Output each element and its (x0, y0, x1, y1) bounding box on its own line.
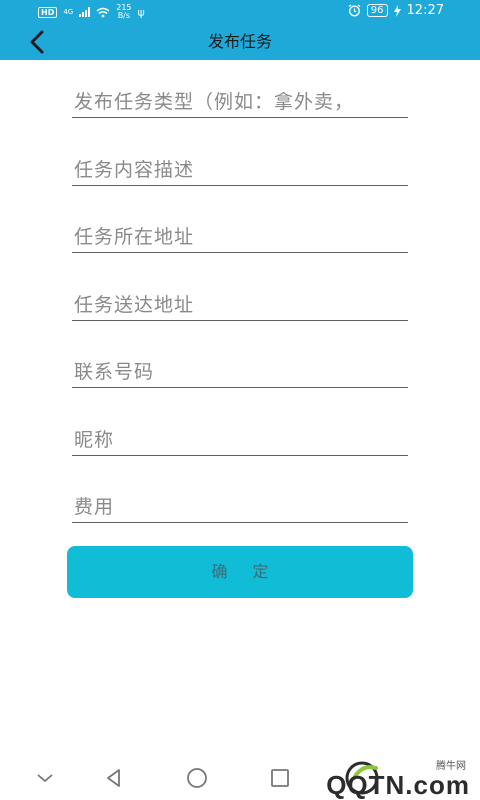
task-type-input[interactable] (72, 86, 408, 118)
input-underline (72, 117, 408, 118)
input-underline (72, 319, 408, 321)
charging-icon (393, 4, 401, 17)
task-form (72, 80, 408, 553)
confirm-button[interactable]: 确 定 (67, 546, 413, 598)
delivery-address-field (72, 283, 408, 351)
input-underline (72, 454, 408, 456)
status-bar: HD 4G 215 B/s ψ 96 12:27 (0, 0, 480, 24)
input-underline (72, 252, 408, 253)
task-location-input[interactable] (72, 221, 408, 253)
fee-input[interactable] (72, 491, 408, 523)
task-content-input[interactable] (72, 153, 408, 186)
task-location-field (72, 215, 408, 283)
page-title: 发布任务 (207, 32, 272, 51)
battery-level: 96 (366, 4, 388, 17)
clock: 12:27 (406, 3, 444, 18)
input-underline (72, 184, 408, 186)
hd-badge: HD (38, 6, 58, 18)
alarm-icon (348, 4, 361, 17)
fee-field (72, 485, 408, 553)
task-type-field (72, 80, 408, 148)
status-left: HD 4G 215 B/s ψ (38, 4, 145, 20)
usb-icon: ψ (137, 5, 145, 19)
wifi-icon (96, 7, 110, 17)
nickname-field (72, 418, 408, 486)
phone-input[interactable] (72, 356, 408, 388)
nav-back-icon[interactable] (102, 766, 126, 790)
task-content-field (72, 148, 408, 216)
watermark: 腾牛网 QQTN.com (270, 752, 480, 800)
delivery-address-input[interactable] (72, 288, 408, 321)
speed-unit: B/s (117, 11, 131, 20)
signal-icon (79, 7, 91, 17)
phone-field (72, 350, 408, 418)
nickname-input[interactable] (72, 423, 408, 456)
nav-home-icon[interactable] (185, 766, 209, 790)
network-type: 4G (63, 8, 74, 16)
status-right: 96 12:27 (348, 3, 444, 18)
input-underline (72, 522, 408, 523)
watermark-text: QQTN.com (326, 770, 470, 800)
chevron-down-icon[interactable] (33, 766, 57, 790)
network-speed: 215 B/s (116, 4, 131, 20)
app-header: HD 4G 215 B/s ψ 96 12:27 发布任务 (0, 0, 480, 60)
input-underline (72, 387, 408, 388)
